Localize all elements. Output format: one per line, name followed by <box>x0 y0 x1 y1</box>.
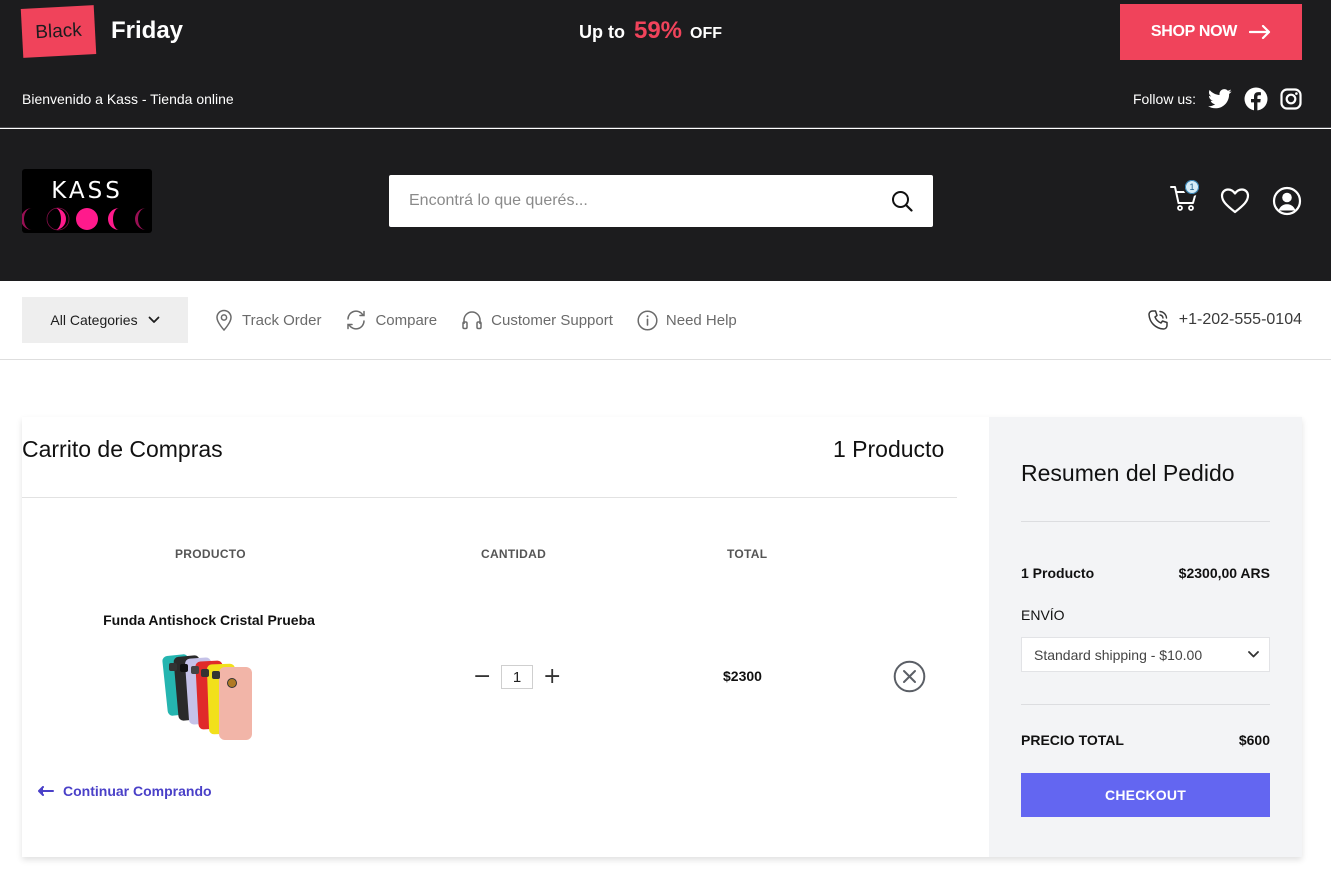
info-icon <box>637 309 658 331</box>
cart-count: 1 <box>1185 180 1199 194</box>
line-total: $2300 <box>723 668 762 684</box>
chevron-down-icon <box>1248 651 1259 658</box>
map-pin-icon <box>216 309 232 331</box>
phone-number: +1-202-555-0104 <box>1178 311 1302 328</box>
compare-icon <box>347 310 366 330</box>
order-summary: Resumen del Pedido 1 Producto $2300,00 A… <box>989 417 1302 857</box>
shipping-select[interactable]: Standard shipping - $10.00 <box>1021 637 1270 672</box>
promo-black-text: Black <box>34 19 83 43</box>
facebook-icon[interactable] <box>1244 87 1268 111</box>
nav-customer-support[interactable]: Customer Support <box>461 309 613 331</box>
cart-title: Carrito de Compras <box>22 436 223 462</box>
moon-phases-icon <box>22 207 146 231</box>
shop-now-button[interactable]: SHOP NOW <box>1120 4 1302 60</box>
chevron-down-icon <box>148 316 159 323</box>
nav-compare-label: Compare <box>375 311 438 329</box>
quantity-input[interactable] <box>501 665 533 689</box>
continue-shopping-label: Continuar Comprando <box>63 783 212 799</box>
nav-track-order[interactable]: Track Order <box>214 309 321 331</box>
column-header-product: PRODUCTO <box>175 547 246 561</box>
nav-need-help-label: Need Help <box>665 311 737 329</box>
quantity-increase-button[interactable]: + <box>543 666 561 688</box>
summary-total-row: PRECIO TOTAL $600 <box>1021 732 1270 748</box>
all-categories-label: All Categories <box>50 312 138 328</box>
promo-friday-text: Friday <box>111 17 184 44</box>
total-price-label: PRECIO TOTAL <box>1021 732 1124 748</box>
instagram-icon[interactable] <box>1280 88 1302 110</box>
quantity-decrease-button[interactable]: − <box>473 666 491 688</box>
cart-panel: Carrito de Compras 1 Producto PRODUCTO C… <box>22 417 1302 857</box>
cart-divider <box>22 497 957 498</box>
promo-upto-text: Up to <box>579 22 625 42</box>
shop-now-label: SHOP NOW <box>1150 23 1238 40</box>
checkout-button[interactable]: CHECKOUT <box>1021 773 1270 817</box>
quantity-stepper: − + <box>473 665 561 689</box>
phone-contact[interactable]: +1-202-555-0104 <box>1147 309 1302 331</box>
user-icon[interactable] <box>1272 186 1302 216</box>
cart-badge: 1 <box>1183 178 1201 196</box>
heart-icon[interactable] <box>1220 187 1250 215</box>
promo-off-text: OFF <box>690 25 723 42</box>
summary-products-label: 1 Producto <box>1021 565 1095 581</box>
promo-percent: 59% <box>633 17 683 44</box>
follow-us-label: Follow us: <box>1132 91 1196 107</box>
remove-item-icon[interactable] <box>893 660 926 693</box>
search-input[interactable] <box>389 175 879 227</box>
promo-offer: Up to 59% OFF <box>579 17 722 45</box>
promo-bar: Black Friday Up to 59% OFF SHOP NOW Bien… <box>0 0 1331 128</box>
social-follow: Follow us: <box>1133 87 1302 111</box>
promo-black-tag: Black <box>20 5 97 58</box>
continue-shopping-link[interactable]: Continuar Comprando <box>38 783 212 799</box>
nav-bar: All Categories Track Order Compare Custo… <box>0 281 1331 360</box>
nav-need-help[interactable]: Need Help <box>637 309 737 331</box>
search-bar <box>389 175 933 227</box>
summary-title: Resumen del Pedido <box>1021 460 1235 486</box>
cart-button[interactable]: 1 <box>1170 178 1201 217</box>
cart-product-count: 1 Producto <box>833 436 945 462</box>
kass-logo[interactable]: KASS <box>22 169 152 233</box>
summary-products-row: 1 Producto $2300,00 ARS <box>1021 565 1270 581</box>
arrow-left-icon <box>38 786 54 796</box>
nav-links: Track Order Compare Customer Support Nee… <box>214 309 737 331</box>
header-icons: 1 <box>1170 178 1302 217</box>
all-categories-dropdown[interactable]: All Categories <box>22 297 188 343</box>
phone-icon <box>1148 310 1168 330</box>
search-icon[interactable] <box>891 190 913 212</box>
nav-customer-support-label: Customer Support <box>491 311 613 329</box>
arrow-right-icon <box>1249 25 1271 39</box>
welcome-text: Bienvenido a Kass - Tienda online <box>22 91 234 107</box>
summary-divider <box>1021 521 1270 522</box>
main-header: KASS 1 <box>0 129 1331 281</box>
headphones-icon <box>462 311 482 330</box>
nav-track-order-label: Track Order <box>242 311 322 329</box>
column-header-total: TOTAL <box>727 547 768 561</box>
shipping-label: ENVÍO <box>1021 607 1065 623</box>
product-name[interactable]: Funda Antishock Cristal Prueba <box>42 612 376 628</box>
shipping-selected-option: Standard shipping - $10.00 <box>1034 646 1203 663</box>
column-header-quantity: CANTIDAD <box>481 547 547 561</box>
total-price-value: $600 <box>1238 732 1270 748</box>
summary-divider <box>1021 704 1270 705</box>
twitter-icon[interactable] <box>1208 89 1232 109</box>
nav-compare[interactable]: Compare <box>345 309 437 331</box>
summary-products-value: $2300,00 ARS <box>1178 565 1270 581</box>
product-image[interactable] <box>162 653 258 741</box>
